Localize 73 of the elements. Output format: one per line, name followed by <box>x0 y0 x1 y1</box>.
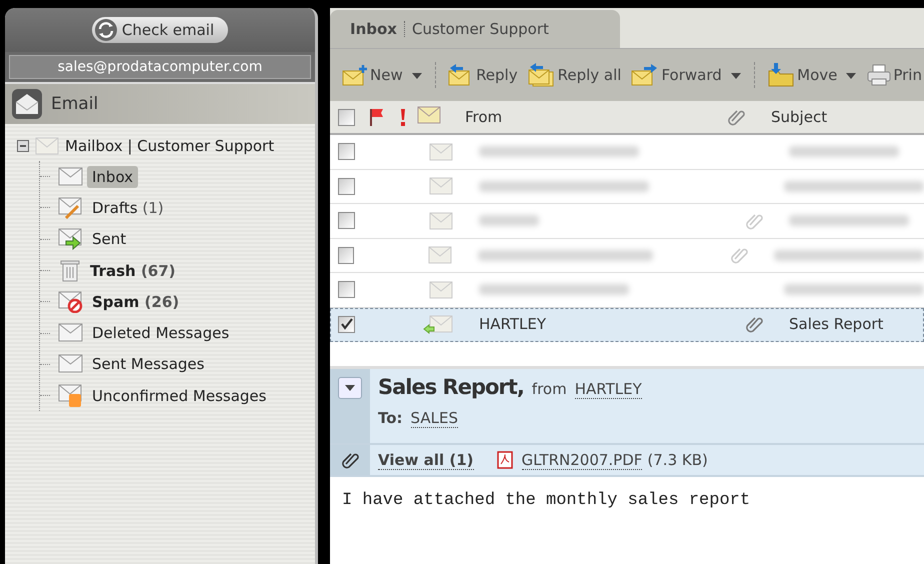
envelope-arrow-icon <box>58 228 84 250</box>
envelope-icon <box>58 323 84 344</box>
check-email-button[interactable]: Check email <box>92 17 228 43</box>
attachment-link[interactable]: GLTRN2007.PDF <box>522 450 642 470</box>
row-checkbox[interactable] <box>338 281 355 298</box>
caret-icon <box>730 72 742 80</box>
account-address: sales@prodatacomputer.com <box>9 55 311 79</box>
check-icon <box>340 318 352 330</box>
envelope-icon <box>58 354 84 374</box>
subject-cell: Sales Report <box>789 315 884 334</box>
collapse-header-button[interactable] <box>338 377 362 399</box>
mailbox-tab[interactable]: Inbox Customer Support <box>330 10 620 48</box>
row-checkbox[interactable] <box>338 246 354 264</box>
paperclip-icon <box>341 451 359 469</box>
row-checkbox[interactable] <box>338 212 355 230</box>
paperclip-icon <box>745 212 763 230</box>
message-row[interactable]: HARTLEY Sales Report <box>330 308 924 342</box>
paperclip-icon <box>727 108 745 126</box>
envelope-pencil-icon <box>58 196 84 219</box>
priority-icon <box>399 108 407 126</box>
subject-column-header[interactable]: Subject <box>771 108 828 126</box>
row-checkbox[interactable] <box>338 316 355 333</box>
toolbar-button[interactable]: New <box>340 64 425 86</box>
caret-icon <box>410 72 423 80</box>
new-mail-icon <box>342 64 368 86</box>
refresh-icon <box>94 18 118 42</box>
envelope-question-icon <box>58 384 84 408</box>
folder-link[interactable]: Unconfirmed Messages <box>87 384 272 407</box>
folder-link[interactable]: Sent Messages <box>87 353 210 376</box>
toolbar-button[interactable]: Prin <box>865 64 924 86</box>
folder-link[interactable]: Spam (26) <box>87 290 184 313</box>
folder-link[interactable]: Sent <box>87 228 132 250</box>
email-section-icon <box>11 88 43 120</box>
forward-icon <box>631 64 660 86</box>
row-checkbox[interactable] <box>338 178 355 195</box>
paperclip-icon <box>745 315 763 334</box>
select-all-checkbox[interactable] <box>338 108 355 126</box>
toolbar-button[interactable]: Reply all <box>526 63 624 87</box>
caret-icon <box>845 72 858 80</box>
message-subject: Sales Report, <box>378 375 524 399</box>
sender-cell: HARTLEY <box>479 315 546 334</box>
replied-arrow-icon <box>423 324 435 334</box>
caret-icon <box>344 384 356 392</box>
envelope-blocked-icon <box>58 290 84 313</box>
sender-link[interactable]: HARTLEY <box>574 380 642 399</box>
folder-link[interactable]: Deleted Messages <box>87 322 234 344</box>
folder-arrow-icon <box>767 63 796 87</box>
folder-link[interactable]: Inbox <box>87 166 138 188</box>
to-label: To: <box>378 409 403 427</box>
view-all-link[interactable]: View all (1) <box>378 450 474 470</box>
pdf-file-icon <box>496 451 514 469</box>
reply-all-icon <box>528 63 556 87</box>
trash-icon <box>58 260 82 282</box>
read-status-icon <box>417 106 441 124</box>
printer-icon <box>867 64 892 86</box>
mailbox-icon <box>35 136 59 154</box>
row-checkbox[interactable] <box>338 143 355 160</box>
message-body: I have attached the monthly sales report <box>341 490 752 512</box>
envelope-icon <box>58 166 84 187</box>
toolbar-button[interactable]: Forward <box>629 64 744 86</box>
mailbox-label[interactable]: Mailbox | Customer Support <box>65 136 274 154</box>
folder-link[interactable]: Drafts (1) <box>87 196 169 219</box>
toolbar-button[interactable]: Reply <box>446 64 520 86</box>
flag-icon <box>369 108 385 126</box>
collapse-icon[interactable] <box>17 140 29 152</box>
recipient-link[interactable]: SALES <box>410 409 458 428</box>
section-title: Email <box>51 94 98 114</box>
folder-link[interactable]: Trash (67) <box>85 260 181 282</box>
attachment-size: (7.3 KB) <box>647 451 708 469</box>
from-label: from <box>532 380 567 398</box>
paperclip-icon <box>730 246 748 264</box>
toolbar-button[interactable]: Move <box>765 63 860 87</box>
from-column-header[interactable]: From <box>465 108 727 126</box>
